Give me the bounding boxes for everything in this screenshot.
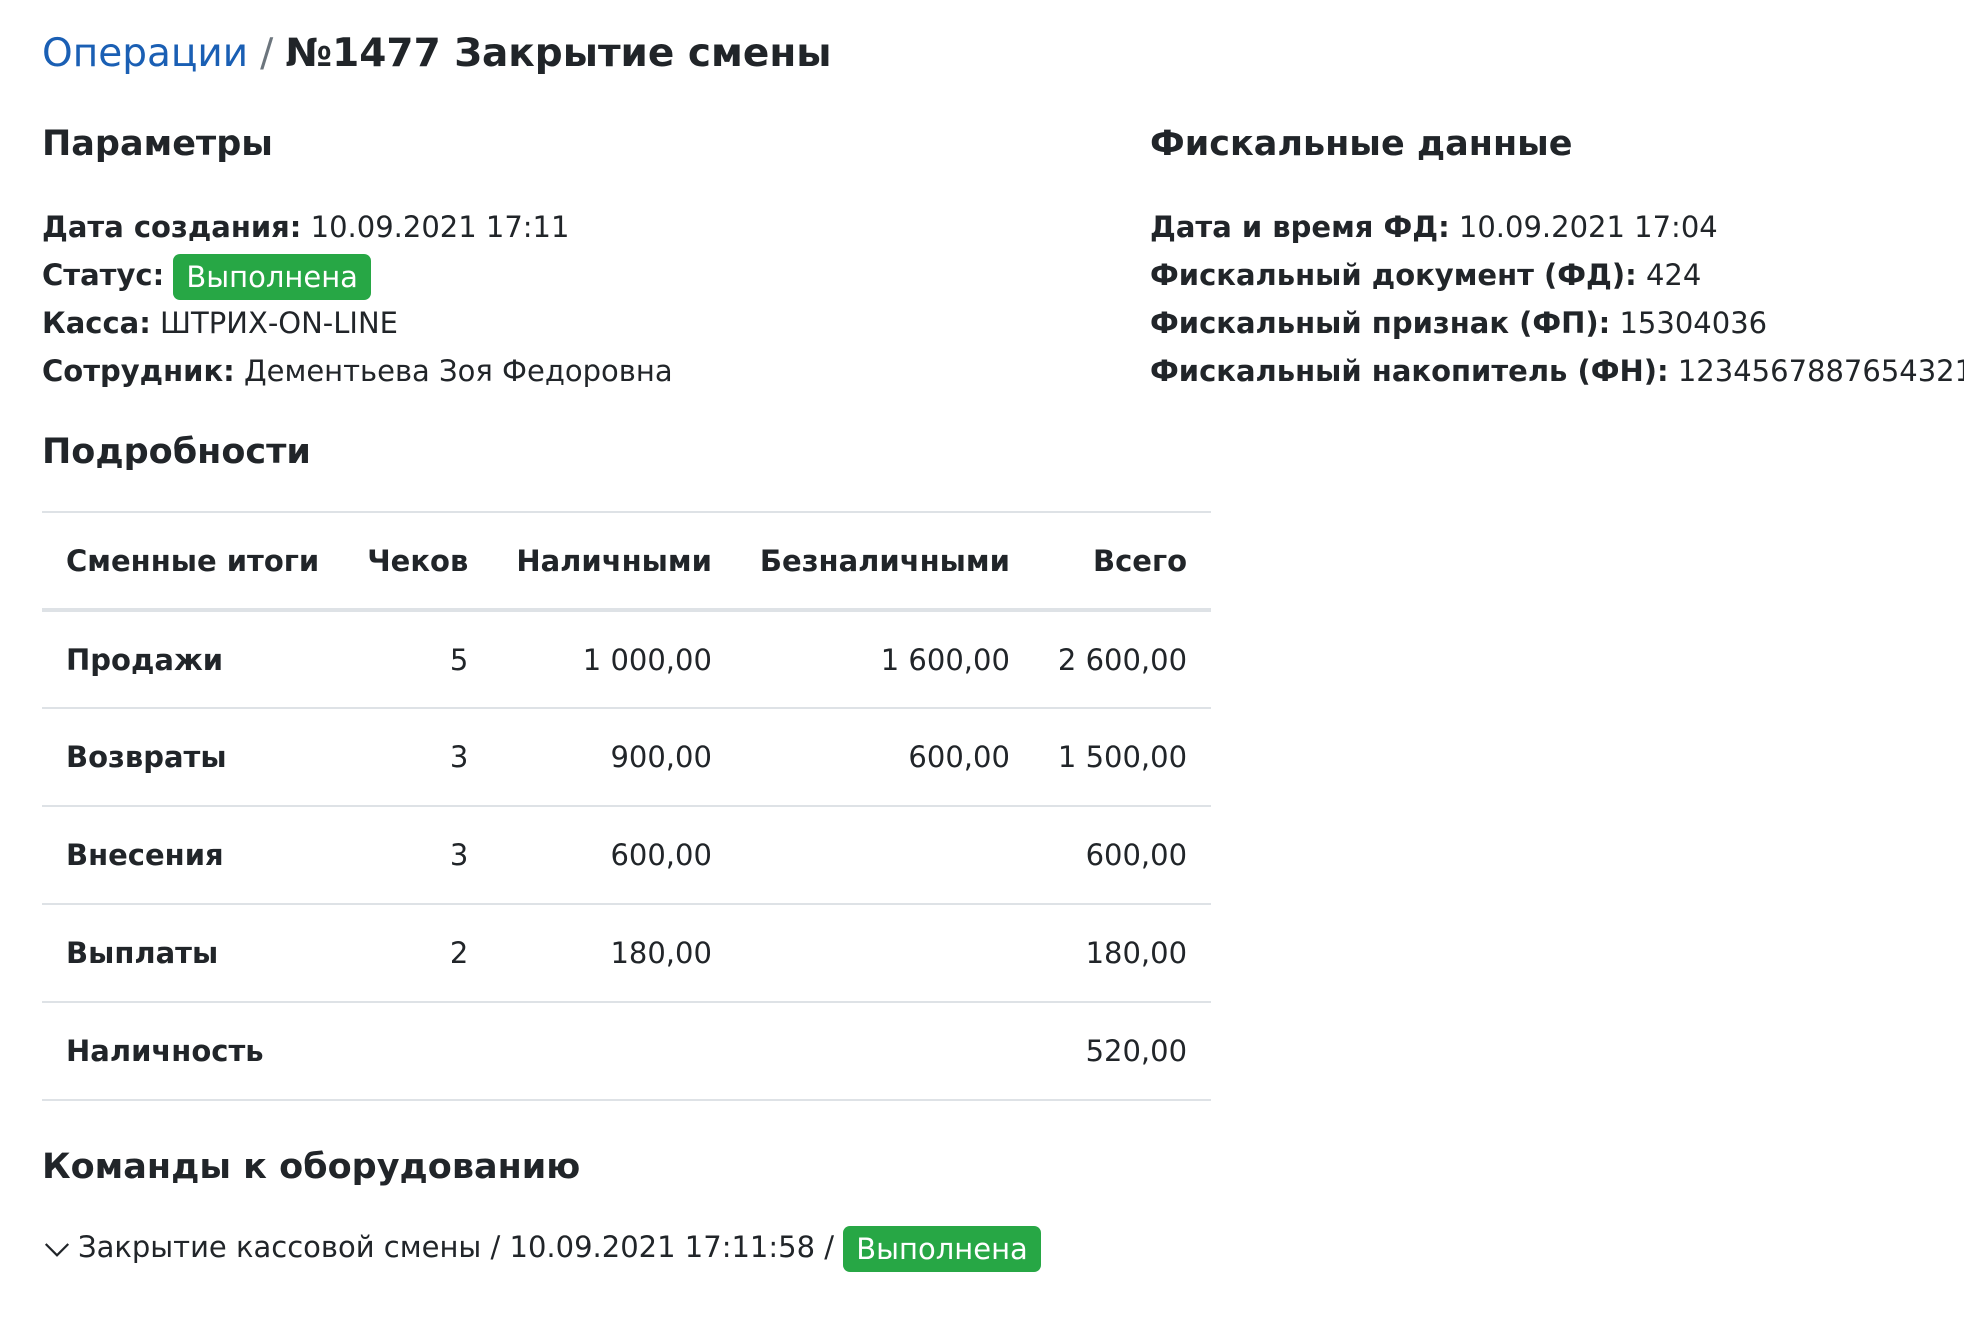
breadcrumb: Операции / №1477 Закрытие смены bbox=[42, 24, 832, 84]
status-label: Статус: bbox=[42, 258, 165, 292]
fd-value: 424 bbox=[1645, 258, 1702, 292]
cell-cash: 900,00 bbox=[610, 740, 712, 774]
status-row: Статус: Выполнена bbox=[42, 251, 371, 300]
table-row: Продажи 5 1 000,00 1 600,00 2 600,00 bbox=[42, 610, 1212, 708]
employee-row: Сотрудник: Дементьева Зоя Федоровна bbox=[42, 347, 673, 395]
fp-value: 15304036 bbox=[1619, 306, 1768, 340]
table-row: Внесения 3 600,00 600,00 bbox=[42, 806, 1212, 904]
fd-row: Фискальный документ (ФД): 424 bbox=[1150, 251, 1701, 299]
cell-total: 180,00 bbox=[1085, 936, 1188, 970]
fn-value: 1234567887654321 bbox=[1677, 354, 1964, 388]
fp-row: Фискальный признак (ФП): 15304036 bbox=[1150, 299, 1767, 347]
status-badge: Выполнена bbox=[173, 254, 371, 300]
command-text: Закрытие кассовой смены / 10.09.2021 17:… bbox=[78, 1230, 835, 1264]
employee-label: Сотрудник: bbox=[42, 354, 235, 388]
page-title: №1477 Закрытие смены bbox=[285, 31, 832, 76]
table-row: Наличность 520,00 bbox=[42, 1002, 1212, 1100]
cell-total: 2 600,00 bbox=[1057, 642, 1188, 677]
details-heading: Подробности bbox=[42, 432, 311, 472]
employee-value: Дементьева Зоя Федоровна bbox=[243, 354, 673, 388]
fd-datetime-row: Дата и время ФД: 10.09.2021 17:04 bbox=[1150, 203, 1718, 251]
table-row: Выплаты 2 180,00 180,00 bbox=[42, 904, 1212, 1002]
cell-checks: 5 bbox=[449, 642, 469, 677]
cell-total: 1 500,00 bbox=[1057, 740, 1188, 774]
fd-datetime-label: Дата и время ФД: bbox=[1150, 210, 1450, 244]
params-heading: Параметры bbox=[42, 124, 273, 164]
cell-cash: 180,00 bbox=[610, 936, 712, 970]
shift-totals-table: Сменные итоги Чеков Наличными Безналичны… bbox=[42, 511, 1212, 1101]
cell-cash: 1 000,00 bbox=[582, 642, 712, 677]
fp-label: Фискальный признак (ФП): bbox=[1150, 306, 1611, 340]
command-item[interactable]: Закрытие кассовой смены / 10.09.2021 17:… bbox=[42, 1222, 1041, 1272]
row-label: Возвраты bbox=[66, 740, 227, 774]
fd-datetime-value: 10.09.2021 17:04 bbox=[1458, 210, 1718, 244]
fiscal-heading: Фискальные данные bbox=[1150, 124, 1573, 164]
table-row: Возвраты 3 900,00 600,00 1 500,00 bbox=[42, 708, 1212, 806]
column-header: Всего bbox=[1093, 543, 1188, 578]
fd-label: Фискальный документ (ФД): bbox=[1150, 258, 1637, 292]
row-label: Продажи bbox=[66, 642, 224, 677]
chevron-down-icon[interactable] bbox=[42, 1234, 72, 1264]
cell-cashless bbox=[736, 904, 1034, 1002]
fn-label: Фискальный накопитель (ФН): bbox=[1150, 354, 1669, 388]
cell-cash: 600,00 bbox=[610, 838, 712, 872]
row-label: Выплаты bbox=[66, 936, 219, 970]
cell-cashless: 1 600,00 bbox=[880, 642, 1010, 677]
table-header-row: Сменные итоги Чеков Наличными Безналичны… bbox=[42, 512, 1212, 610]
row-label: Внесения bbox=[66, 838, 224, 872]
column-header: Безналичными bbox=[759, 543, 1010, 578]
page: Операции / №1477 Закрытие смены Параметры … bbox=[0, 0, 1964, 1344]
cell-cash bbox=[492, 1002, 736, 1100]
cell-checks: 3 bbox=[449, 740, 469, 774]
column-header: Наличными bbox=[516, 543, 712, 578]
cell-cashless bbox=[736, 1002, 1034, 1100]
breadcrumb-separator: / bbox=[260, 31, 274, 76]
cell-total: 600,00 bbox=[1085, 838, 1188, 872]
cashbox-value: ШТРИХ-ON-LINE bbox=[160, 306, 398, 340]
breadcrumb-link-operations[interactable]: Операции bbox=[42, 31, 248, 76]
created-row: Дата создания: 10.09.2021 17:11 bbox=[42, 203, 569, 251]
column-header: Чеков bbox=[367, 543, 469, 578]
cell-total: 520,00 bbox=[1085, 1034, 1188, 1068]
column-header: Сменные итоги bbox=[66, 543, 320, 578]
cell-checks: 3 bbox=[449, 838, 469, 872]
cell-cashless bbox=[736, 806, 1034, 904]
created-label: Дата создания: bbox=[42, 210, 302, 244]
fn-row: Фискальный накопитель (ФН): 123456788765… bbox=[1150, 347, 1964, 395]
commands-heading: Команды к оборудованию bbox=[42, 1147, 581, 1187]
command-status-badge: Выполнена bbox=[843, 1226, 1041, 1272]
cell-cashless: 600,00 bbox=[908, 740, 1010, 774]
cashbox-label: Касса: bbox=[42, 306, 151, 340]
cell-checks: 2 bbox=[449, 936, 469, 970]
cell-checks bbox=[343, 1002, 492, 1100]
row-label: Наличность bbox=[66, 1034, 264, 1068]
created-value: 10.09.2021 17:11 bbox=[310, 210, 570, 244]
cashbox-row: Касса: ШТРИХ-ON-LINE bbox=[42, 299, 398, 347]
